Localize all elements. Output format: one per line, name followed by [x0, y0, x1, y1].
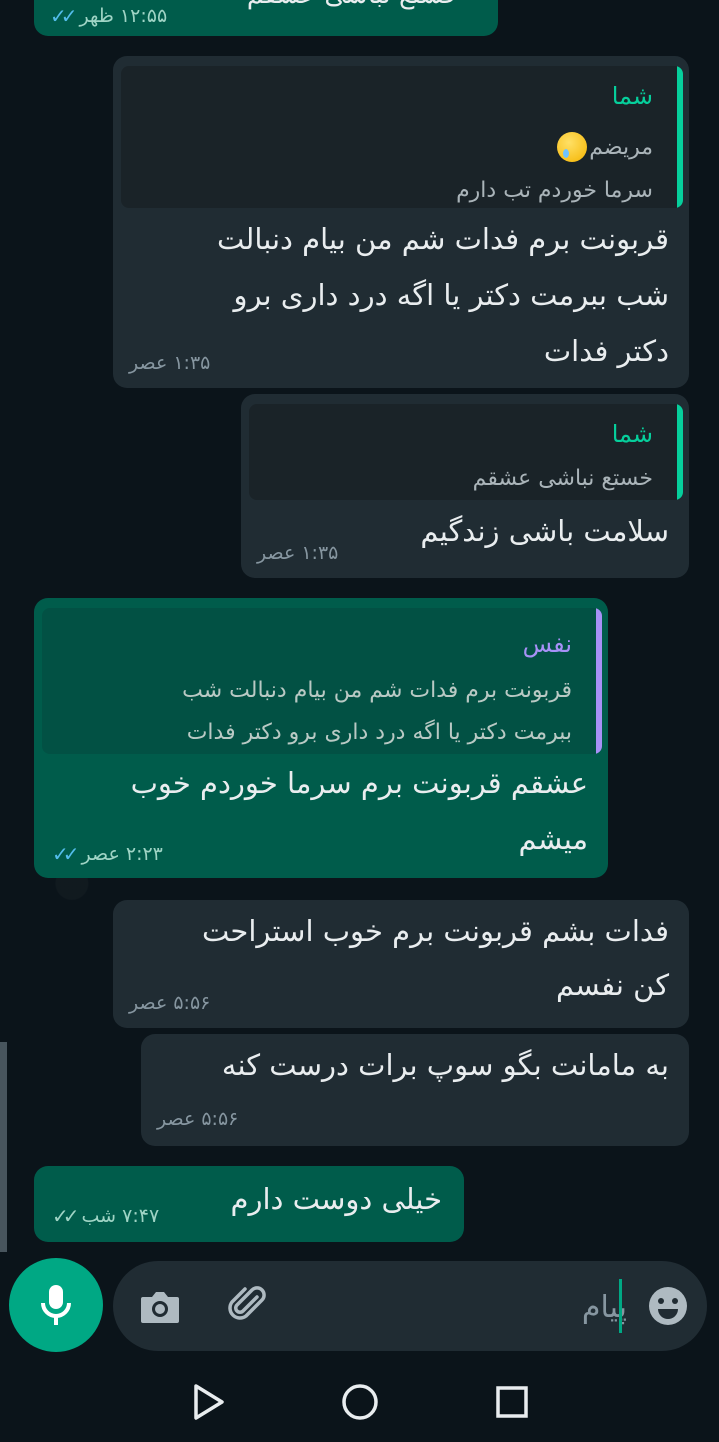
message-time: ۲:۲۳ عصر	[81, 843, 163, 865]
quote-accent-bar	[677, 66, 683, 208]
mic-button[interactable]	[9, 1258, 103, 1352]
quote-line: قربونت برم فدات شم من بیام دنبالت شب	[182, 678, 572, 703]
read-ticks-icon: ✓✓	[52, 842, 79, 866]
quote-line: ببرمت دکتر یا اگه درد داری برو دکتر فدات	[186, 720, 572, 745]
camera-button[interactable]	[136, 1286, 184, 1328]
system-nav-bar	[0, 1362, 719, 1442]
message-text: کن نفسم	[555, 968, 669, 1002]
paperclip-icon	[228, 1286, 266, 1320]
message-bubble-incoming[interactable]: شما خستع نباشی عشقم سلامت باشی زندگیم ۱:…	[241, 394, 689, 578]
message-meta: ۲:۲۳ عصر ✓✓	[52, 842, 163, 866]
quote-line: خستع نباشی عشقم	[472, 466, 653, 491]
quote-line: مریضم	[557, 132, 653, 162]
nav-home-button[interactable]	[338, 1380, 382, 1424]
nav-recents-icon	[496, 1386, 528, 1418]
quote-sender: نفس	[522, 630, 572, 658]
read-ticks-icon: ✓✓	[52, 1204, 79, 1228]
text-caret	[619, 1279, 622, 1333]
message-time: ۱:۳۵ عصر	[129, 352, 211, 374]
chat-area[interactable]: خستع نباشی عشقم ۱۲:۵۵ ظهر ✓✓ شما مریضم س…	[0, 0, 719, 1262]
mic-icon	[41, 1285, 71, 1325]
read-ticks-icon: ✓✓	[50, 4, 77, 28]
nav-back-button[interactable]	[186, 1380, 230, 1424]
emoji-button[interactable]	[646, 1284, 690, 1328]
quote-sender: شما	[611, 420, 653, 448]
message-time: ۱:۳۵ عصر	[257, 542, 339, 564]
quote-line: سرما خوردم تب دارم	[456, 178, 653, 203]
message-time: ۱۲:۵۵ ظهر	[79, 5, 168, 27]
quoted-reply[interactable]: شما خستع نباشی عشقم	[249, 404, 683, 500]
nav-recents-button[interactable]	[490, 1380, 534, 1424]
message-text: به مامانت بگو سوپ برات درست کنه	[221, 1048, 669, 1082]
attach-button[interactable]	[224, 1282, 274, 1328]
message-text: خستع نباشی عشقم	[247, 0, 460, 10]
message-text: شب ببرمت دکتر یا اگه درد داری برو	[233, 278, 669, 312]
quote-sender: شما	[611, 82, 653, 110]
quoted-reply[interactable]: شما مریضم سرما خوردم تب دارم	[121, 66, 683, 208]
message-meta: ۱۲:۵۵ ظهر ✓✓	[50, 4, 167, 28]
message-time: ۵:۵۶ عصر	[129, 992, 211, 1014]
message-bubble-outgoing[interactable]: خستع نباشی عشقم ۱۲:۵۵ ظهر ✓✓	[34, 0, 498, 36]
message-time: ۵:۵۶ عصر	[157, 1108, 239, 1130]
emoji-icon	[649, 1287, 687, 1325]
message-text: خیلی دوست دارم	[230, 1182, 442, 1216]
message-time: ۷:۴۷ شب	[81, 1205, 160, 1227]
message-bubble-incoming[interactable]: به مامانت بگو سوپ برات درست کنه ۵:۵۶ عصر	[141, 1034, 689, 1146]
camera-icon	[141, 1292, 179, 1323]
quoted-reply[interactable]: نفس قربونت برم فدات شم من بیام دنبالت شب…	[42, 608, 602, 754]
nav-home-icon	[342, 1384, 378, 1420]
message-text: فدات بشم قربونت برم خوب استراحت	[201, 914, 669, 948]
message-bubble-incoming[interactable]: شما مریضم سرما خوردم تب دارم قربونت برم …	[113, 56, 689, 388]
message-meta: ۷:۴۷ شب ✓✓	[52, 1204, 159, 1228]
message-text: عشقم قربونت برم سرما خوردم خوب	[130, 766, 588, 800]
message-bubble-outgoing[interactable]: نفس قربونت برم فدات شم من بیام دنبالت شب…	[34, 598, 608, 878]
message-text: قربونت برم فدات شم من بیام دنبالت	[217, 222, 669, 256]
crying-face-icon	[557, 132, 588, 162]
message-text: دکتر فدات	[543, 334, 669, 368]
message-bubble-outgoing[interactable]: خیلی دوست دارم ۷:۴۷ شب ✓✓	[34, 1166, 464, 1242]
message-text: میشم	[518, 822, 588, 856]
quote-accent-bar	[596, 608, 602, 754]
message-bubble-incoming[interactable]: فدات بشم قربونت برم خوب استراحت کن نفسم …	[113, 900, 689, 1028]
quote-accent-bar	[677, 404, 683, 500]
message-text: سلامت باشی زندگیم	[420, 514, 669, 548]
nav-back-icon	[194, 1384, 224, 1420]
scroll-indicator[interactable]	[0, 1042, 7, 1252]
